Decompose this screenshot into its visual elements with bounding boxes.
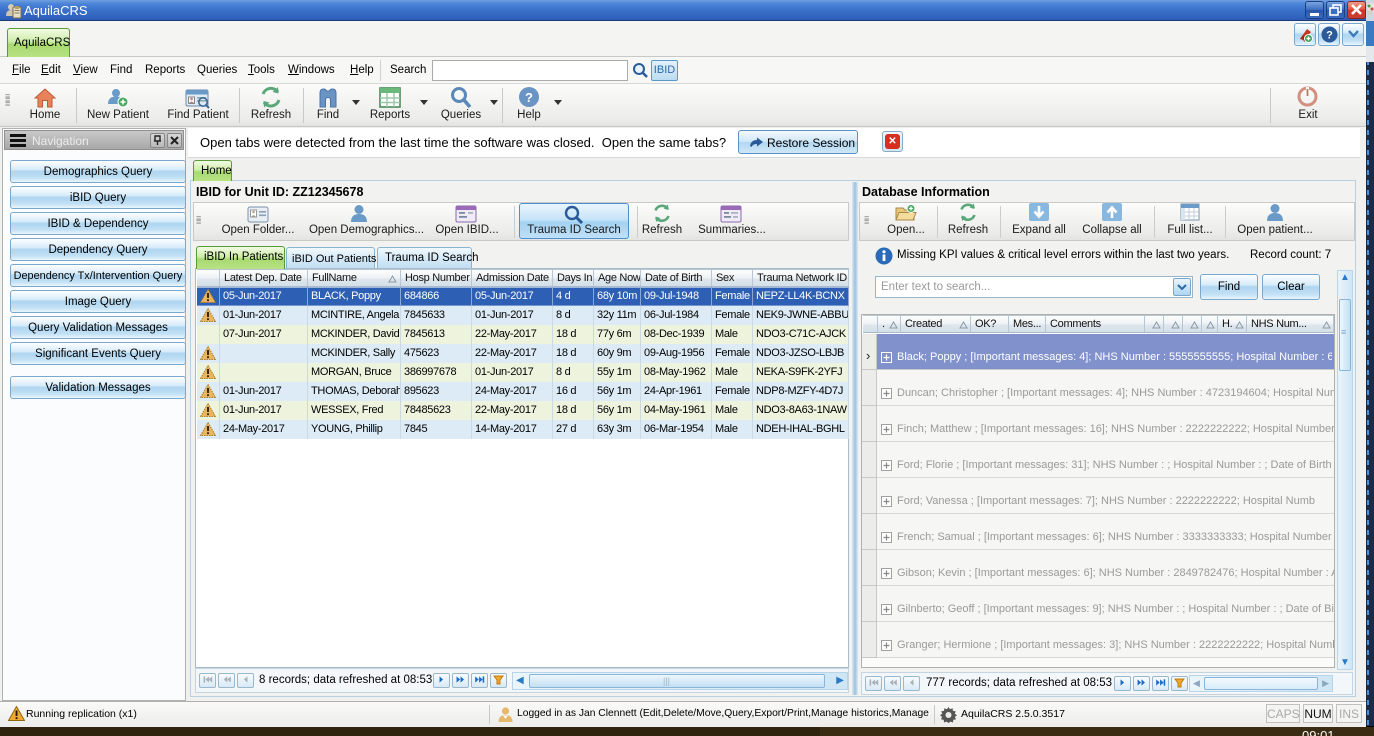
svg-text:?: ?	[525, 90, 533, 105]
svg-text:?: ?	[1326, 30, 1333, 42]
